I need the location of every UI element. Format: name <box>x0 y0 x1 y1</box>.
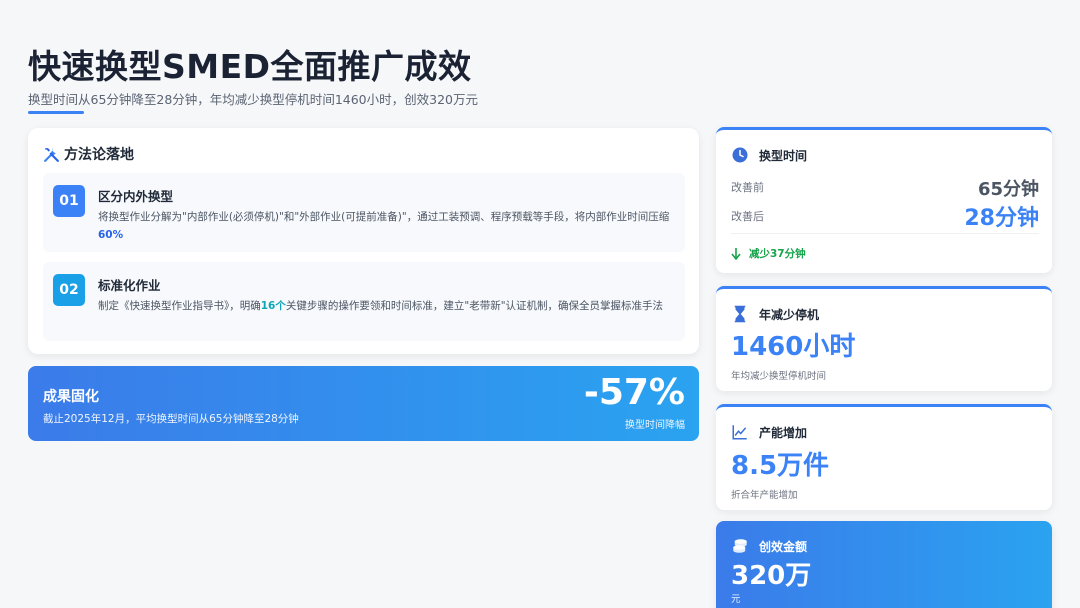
chart-line-icon <box>732 425 747 440</box>
step-desc-text: 将换型作业分解为"内部作业(必须停机)"和"外部作业(可提前准备)"，通过工装预… <box>98 211 670 223</box>
step-number: 02 <box>53 274 85 306</box>
downtime-value: 1460小时 <box>731 332 856 362</box>
step-title: 区分内外换型 <box>98 189 174 204</box>
methodology-card: 方法论落地 01 区分内外换型 将换型作业分解为"内部作业(必须停机)"和"外部… <box>28 128 699 354</box>
card-label: 换型时间 <box>759 148 808 163</box>
before-label: 改善前 <box>731 181 764 194</box>
benefit-card: 创效金额 320万 元 <box>716 521 1052 608</box>
result-percent-label: 换型时间降幅 <box>625 420 685 431</box>
step-desc-text-tail: 关键步骤的操作要领和时间标准，建立"老带新"认证机制，确保全员掌握标准手法 <box>285 300 664 312</box>
method-step: 02 标准化作业 制定《快速换型作业指导书》，明确16个关键步骤的操作要领和时间… <box>43 262 685 341</box>
clock-icon <box>732 147 748 163</box>
page-title: 快速换型SMED全面推广成效 <box>28 47 472 86</box>
title-underline <box>28 111 84 114</box>
after-value: 28分钟 <box>964 206 1039 231</box>
step-number: 01 <box>53 185 85 217</box>
changeover-time-card: 换型时间 改善前 65分钟 改善后 28分钟 减少37分钟 <box>716 127 1052 273</box>
reduction-indicator: 减少37分钟 <box>731 246 806 261</box>
card-header: 换型时间 <box>731 146 807 164</box>
before-value: 65分钟 <box>977 179 1039 200</box>
card-label: 产能增加 <box>759 425 808 440</box>
reduction-text: 减少37分钟 <box>749 248 806 260</box>
step-description: 将换型作业分解为"内部作业(必须停机)"和"外部作业(可提前准备)"，通过工装预… <box>98 208 676 244</box>
step-title: 标准化作业 <box>98 278 161 293</box>
page-subtitle: 换型时间从65分钟降至28分钟，年均减少换型停机时间1460小时，创效320万元 <box>28 92 478 107</box>
coins-icon <box>733 539 747 553</box>
card-label: 创效金额 <box>759 539 808 554</box>
result-title: 成果固化 <box>43 389 99 405</box>
arrow-down-icon <box>731 247 741 260</box>
step-highlight: 60% <box>98 229 124 241</box>
methodology-header: 方法论落地 <box>43 144 134 164</box>
step-highlight: 16个 <box>260 300 286 312</box>
downtime-note: 年均减少换型停机时间 <box>731 371 827 382</box>
after-label: 改善后 <box>731 210 764 223</box>
divider <box>731 233 1039 234</box>
capacity-value: 8.5万件 <box>731 451 830 481</box>
benefit-unit: 元 <box>731 594 741 605</box>
methodology-title: 方法论落地 <box>64 147 134 163</box>
hourglass-icon <box>734 305 746 323</box>
result-banner: 成果固化 截止2025年12月，平均换型时间从65分钟降至28分钟 -57% 换… <box>28 366 699 441</box>
card-header: 产能增加 <box>731 423 807 441</box>
capacity-note: 折合年产能增加 <box>731 490 798 501</box>
result-description: 截止2025年12月，平均换型时间从65分钟降至28分钟 <box>43 413 299 425</box>
downtime-card: 年减少停机 1460小时 年均减少换型停机时间 <box>716 286 1052 391</box>
tools-icon <box>44 147 59 162</box>
card-label: 年减少停机 <box>759 307 820 322</box>
method-step: 01 区分内外换型 将换型作业分解为"内部作业(必须停机)"和"外部作业(可提前… <box>43 173 685 252</box>
capacity-card: 产能增加 8.5万件 折合年产能增加 <box>716 404 1052 510</box>
card-header: 年减少停机 <box>731 305 819 323</box>
step-desc-text: 制定《快速换型作业指导书》，明确 <box>98 300 261 312</box>
result-percent: -57% <box>583 372 685 413</box>
card-header: 创效金额 <box>731 537 807 555</box>
benefit-value: 320万 <box>731 561 812 591</box>
step-description: 制定《快速换型作业指导书》，明确16个关键步骤的操作要领和时间标准，建立"老带新… <box>98 297 676 315</box>
